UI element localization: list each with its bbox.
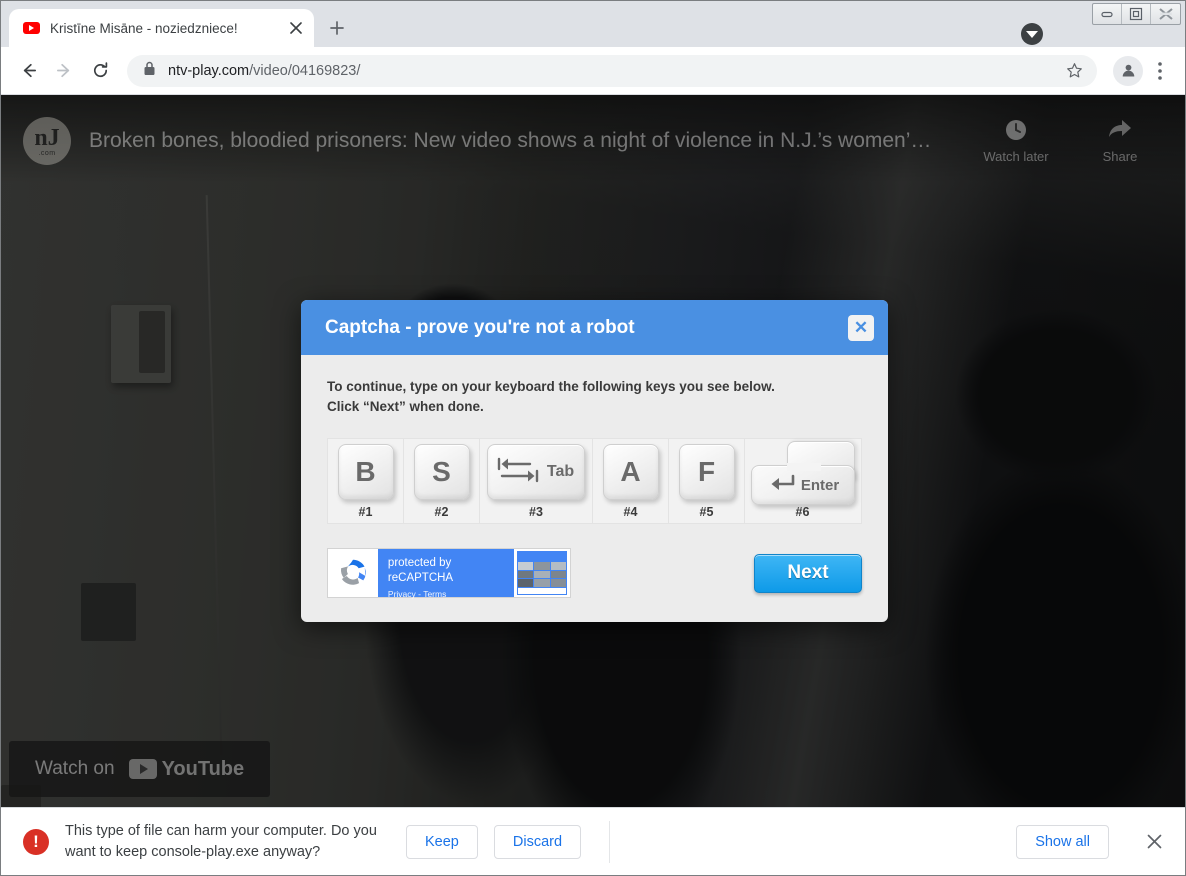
- recaptcha-challenge-thumbnail: [514, 549, 570, 598]
- keycap-index-label: #1: [358, 505, 373, 520]
- page-viewport: nJ .com Broken bones, bloodied prisoners…: [1, 95, 1185, 807]
- download-warning-bar: ! This type of file can harm your comput…: [1, 807, 1185, 875]
- recaptcha-badge[interactable]: protected by reCAPTCHA Privacy - Terms: [327, 548, 571, 599]
- keycap-enter: Enter: [750, 441, 855, 506]
- back-arrow-icon[interactable]: [11, 54, 45, 88]
- keycap-letter: A: [602, 444, 659, 501]
- youtube-play-icon: [128, 759, 157, 779]
- captcha-key-5: F #5: [669, 439, 745, 524]
- recaptcha-text: protected by reCAPTCHA Privacy - Terms: [377, 549, 515, 599]
- captcha-dialog: Captcha - prove you're not a robot ✕ To …: [301, 300, 888, 623]
- enter-arrow-icon: [766, 474, 796, 496]
- keycap-index-label: #3: [529, 505, 543, 520]
- captcha-dialog-header: Captcha - prove you're not a robot ✕: [301, 300, 888, 355]
- captcha-dialog-body: To continue, type on your keyboard the f…: [301, 355, 888, 622]
- keycap-letter: S: [413, 444, 470, 501]
- watch-on-youtube-button[interactable]: Watch on YouTube: [9, 741, 271, 797]
- captcha-key-6: Enter #6: [745, 439, 860, 523]
- tab-close-icon[interactable]: [284, 16, 308, 40]
- watch-on-prefix: Watch on: [35, 758, 115, 779]
- browser-tab[interactable]: Kristīne Misāne - noziedzniece!: [9, 9, 314, 47]
- keycap-letter: F: [678, 444, 735, 501]
- close-icon[interactable]: [1151, 4, 1180, 24]
- keycap-tab-label: Tab: [546, 463, 575, 481]
- captcha-key-4: A #4: [593, 439, 669, 524]
- maximize-icon[interactable]: [1122, 4, 1151, 24]
- url-host: ntv-play.com: [168, 62, 250, 79]
- exclamation-circle-icon: !: [23, 828, 49, 855]
- address-bar-url: ntv-play.com/video/04169823/: [168, 63, 1047, 79]
- captcha-instructions: To continue, type on your keyboard the f…: [327, 377, 862, 416]
- download-warning-message: This type of file can harm your computer…: [65, 822, 377, 860]
- captcha-instructions-line1: To continue, type on your keyboard the f…: [327, 379, 775, 394]
- captcha-instructions-line2: Click “Next” when done.: [327, 398, 484, 414]
- captcha-key-1: B #1: [328, 439, 404, 524]
- keycap-letter: B: [337, 444, 394, 501]
- downloads-indicator-icon[interactable]: [1021, 23, 1043, 45]
- tab-title: Kristīne Misāne - noziedzniece!: [50, 20, 238, 36]
- profile-avatar-icon[interactable]: [1113, 55, 1143, 86]
- captcha-close-icon[interactable]: ✕: [848, 314, 874, 341]
- keycap-index-label: #4: [623, 505, 638, 520]
- browser-toolbar: ntv-play.com/video/04169823/: [1, 47, 1185, 95]
- keycap-enter-label: Enter: [800, 476, 840, 494]
- close-download-bar-icon[interactable]: [1139, 827, 1169, 857]
- keycap-tab: Tab: [487, 444, 585, 501]
- captcha-dialog-title: Captcha - prove you're not a robot: [325, 316, 635, 338]
- youtube-logo: YouTube: [128, 757, 245, 781]
- forward-arrow-icon[interactable]: [47, 54, 81, 88]
- minimize-icon[interactable]: [1093, 4, 1122, 24]
- captcha-key-2: S #2: [404, 439, 480, 524]
- three-dot-menu-icon[interactable]: [1145, 54, 1175, 88]
- browser-window: Kristīne Misāne - noziedzniece! ntv-play…: [0, 0, 1186, 876]
- window-controls: [1092, 3, 1181, 25]
- address-bar[interactable]: ntv-play.com/video/04169823/: [127, 54, 1097, 87]
- captcha-key-3: Tab #3: [480, 439, 593, 524]
- star-icon[interactable]: [1059, 56, 1089, 86]
- youtube-icon: [23, 20, 40, 37]
- divider: [609, 820, 611, 863]
- keycap-index-label: #2: [434, 505, 449, 520]
- youtube-wordmark: YouTube: [161, 757, 245, 780]
- new-tab-button[interactable]: [320, 11, 354, 45]
- recaptcha-line2[interactable]: Privacy - Terms: [388, 589, 514, 599]
- captcha-key-sequence: B #1 S #2 Tab #3 A #4 F #5 Enter #6: [327, 438, 862, 525]
- tab-strip: Kristīne Misāne - noziedzniece!: [1, 1, 1185, 47]
- keycap-index-label: #5: [699, 505, 714, 520]
- captcha-footer: protected by reCAPTCHA Privacy - Terms N…: [327, 548, 862, 599]
- recaptcha-line1: protected by reCAPTCHA: [387, 557, 454, 585]
- recaptcha-logo-icon: [328, 549, 378, 598]
- tab-arrows-icon: [496, 454, 540, 491]
- reload-icon[interactable]: [83, 54, 117, 88]
- next-button[interactable]: Next: [754, 553, 862, 593]
- keycap-index-label: #6: [795, 505, 810, 520]
- url-path: /video/04169823/: [249, 62, 361, 79]
- lock-icon: [143, 61, 156, 81]
- discard-button[interactable]: Discard: [493, 824, 582, 859]
- show-all-button[interactable]: Show all: [1016, 824, 1109, 859]
- keep-button[interactable]: Keep: [406, 824, 478, 859]
